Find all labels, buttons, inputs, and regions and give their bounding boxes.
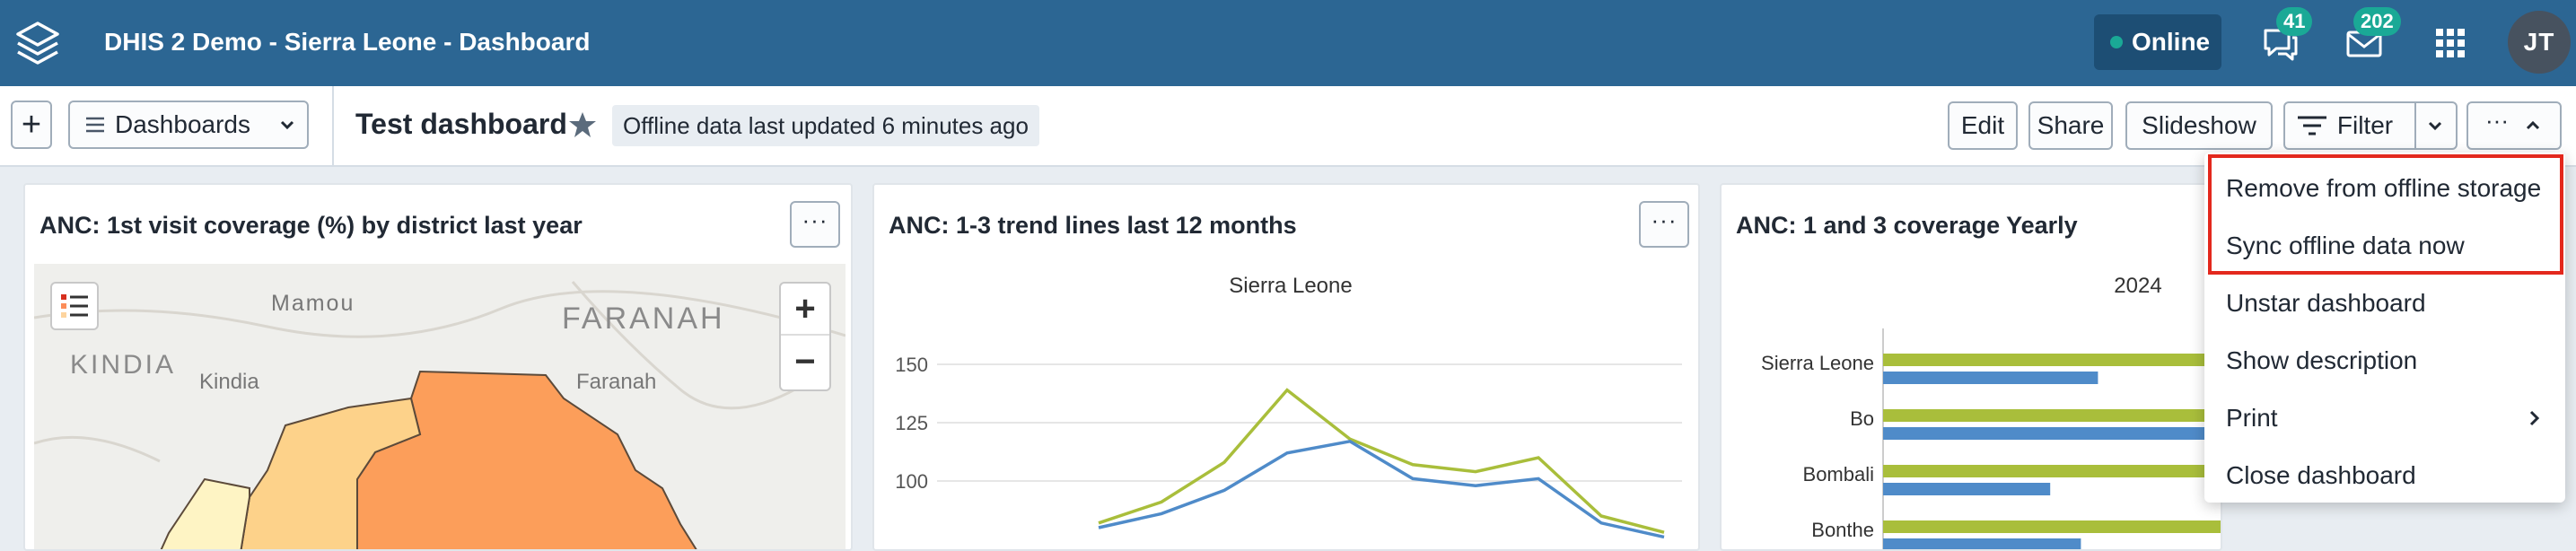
zoom-out-button[interactable]: −: [781, 336, 829, 388]
line-chart-title: Sierra Leone: [1229, 274, 1352, 298]
offline-status-chip: Offline data last updated 6 minutes ago: [612, 105, 1039, 146]
menu-item-close-dashboard[interactable]: Close dashboard: [2226, 458, 2416, 494]
share-button[interactable]: Share: [2028, 101, 2113, 150]
dashboard-item-bar-chart: ANC: 1 and 3 coverage Yearly 2024 Sierra…: [1720, 183, 2222, 551]
messages-count-badge: 202: [2353, 7, 2401, 36]
add-dashboard-button[interactable]: +: [11, 101, 52, 149]
menu-item-print-label: Print: [2226, 404, 2278, 432]
map-legend-toggle[interactable]: [50, 282, 99, 330]
dashboard-item-map: ANC: 1st visit coverage (%) by district …: [23, 183, 853, 551]
bar: [1883, 483, 2051, 495]
dashboards-menu-button[interactable]: Dashboards: [68, 101, 309, 149]
bar: [1883, 427, 2221, 440]
filter-icon: [2297, 116, 2326, 136]
card-title: ANC: 1-3 trend lines last 12 months: [889, 212, 1297, 239]
dashboard-item-line-chart: ANC: 1-3 trend lines last 12 months ··· …: [872, 183, 1700, 551]
more-actions-button[interactable]: ···: [2466, 101, 2562, 150]
user-avatar[interactable]: JT: [2508, 11, 2571, 74]
chevron-right-icon: [2529, 410, 2540, 426]
menu-item-show-description[interactable]: Show description: [2226, 343, 2417, 379]
chevron-down-icon: [280, 120, 294, 130]
menu-item-unstar[interactable]: Unstar dashboard: [2226, 285, 2426, 321]
zoom-in-button[interactable]: +: [781, 284, 829, 336]
menu-item-print[interactable]: Print: [2226, 400, 2544, 436]
map-canvas[interactable]: Mamou FARANAH KINDIA Kindia Faranah + −: [34, 264, 846, 549]
filter-label: Filter: [2336, 111, 2394, 139]
legend-list-icon: [61, 294, 88, 318]
card-title: ANC: 1 and 3 coverage Yearly: [1736, 212, 2078, 239]
map-label-mamou: Mamou: [271, 291, 355, 316]
card-menu-button[interactable]: ···: [1639, 201, 1689, 248]
category-label: Bonthe: [1811, 519, 1874, 541]
map-label-kindia-town: Kindia: [199, 370, 259, 394]
y-tick-label: 125: [895, 412, 928, 434]
online-dot-icon: [2110, 36, 2123, 48]
dashboards-label: Dashboards: [115, 110, 250, 138]
bar: [1883, 520, 2221, 533]
toolbar-divider: [332, 86, 334, 165]
y-tick-label: 100: [895, 470, 928, 493]
bar: [1883, 354, 2221, 366]
more-dots-icon: ···: [2485, 106, 2509, 134]
bar: [1883, 409, 2221, 422]
filter-split-divider: [2414, 101, 2417, 150]
more-dots-icon: ···: [1651, 206, 1678, 233]
chevron-down-icon: [2429, 121, 2442, 131]
category-label: Bombali: [1803, 463, 1874, 485]
category-label: Bo: [1850, 407, 1874, 430]
map-label-faranah-town: Faranah: [576, 370, 657, 394]
card-title: ANC: 1st visit coverage (%) by district …: [39, 212, 583, 239]
online-status-badge[interactable]: Online: [2094, 14, 2221, 70]
bar-chart-title: 2024: [2114, 274, 2161, 298]
map-zoom-control: + −: [779, 282, 831, 391]
dashboard-title: Test dashboard: [355, 108, 567, 140]
card-menu-button[interactable]: ···: [790, 201, 840, 248]
bar-chart: 2024 Sierra Leone Bo Bombali Bonthe: [1761, 274, 2221, 549]
chevron-up-icon: [2526, 120, 2540, 130]
dhis2-logo-icon[interactable]: [11, 16, 65, 70]
slideshow-button[interactable]: Slideshow: [2125, 101, 2273, 150]
map-label-kindia-region: KINDIA: [70, 350, 177, 380]
line-chart: Sierra Leone 100 125 150: [895, 274, 1682, 539]
list-icon: [86, 117, 104, 133]
app-title: DHIS 2 Demo - Sierra Leone - Dashboard: [104, 28, 591, 56]
bar: [1883, 465, 2221, 477]
header-bar: DHIS 2 Demo - Sierra Leone - Dashboard O…: [0, 0, 2576, 86]
map-label-faranah-region: FARANAH: [562, 302, 725, 336]
star-icon[interactable]: [567, 109, 598, 140]
category-label: Sierra Leone: [1761, 352, 1874, 374]
bar: [1883, 372, 2098, 384]
apps-grid-icon[interactable]: [2427, 20, 2474, 66]
y-tick-label: 150: [895, 354, 928, 376]
edit-button[interactable]: Edit: [1948, 101, 2018, 150]
dashboard-bar: + Dashboards Test dashboard Offline data…: [0, 86, 2576, 167]
bar: [1883, 538, 2081, 549]
interpretations-count-badge: 41: [2276, 7, 2313, 36]
online-status-label: Online: [2132, 28, 2211, 56]
highlight-box: [2208, 154, 2563, 275]
more-dots-icon: ···: [802, 206, 828, 233]
filter-button[interactable]: Filter: [2283, 101, 2458, 150]
